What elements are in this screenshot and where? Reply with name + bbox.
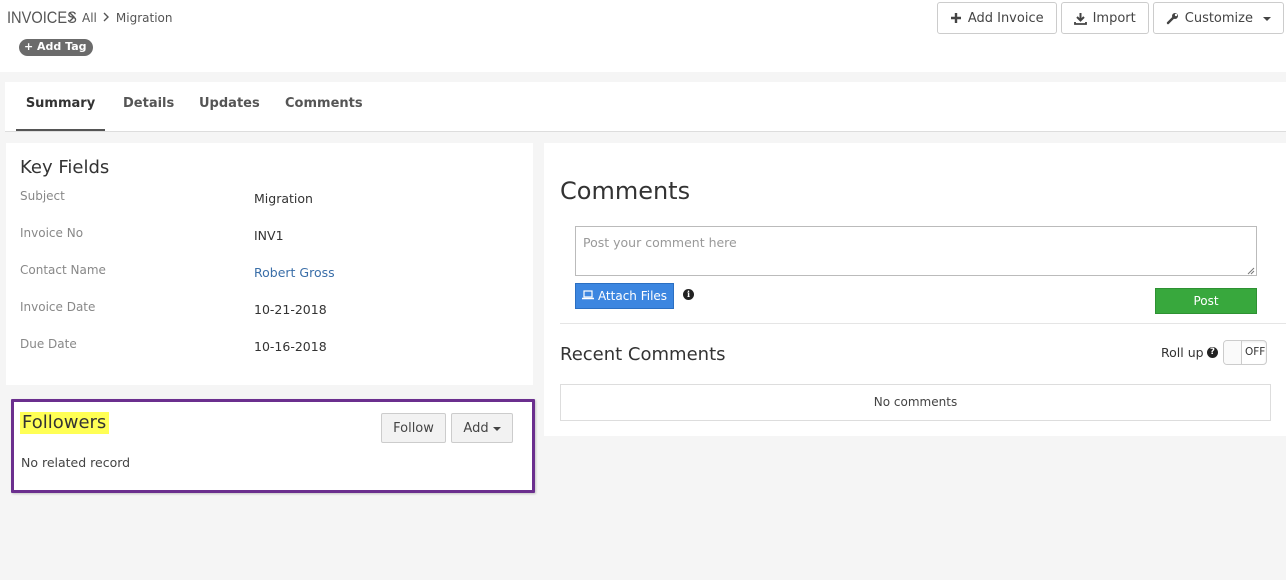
- import-label: Import: [1092, 10, 1136, 26]
- field-value: 10-16-2018: [254, 339, 327, 354]
- field-label: Subject: [20, 189, 65, 203]
- followers-card: Followers Follow Add No related record: [11, 399, 535, 493]
- caret-down-icon: [492, 427, 501, 431]
- plus-icon: [950, 12, 962, 24]
- divider: [560, 323, 1286, 324]
- field-label: Due Date: [20, 337, 77, 351]
- top-bar: INVOICES All Migration + Add Tag Add Inv…: [0, 0, 1286, 72]
- field-label: Invoice No: [20, 226, 84, 240]
- laptop-icon: [581, 289, 594, 303]
- breadcrumb-current: Migration: [115, 11, 173, 25]
- attach-files-button[interactable]: Attach Files: [575, 283, 674, 309]
- breadcrumb-all[interactable]: All: [82, 11, 97, 25]
- comments-card: Comments Attach Files i Post Recent Comm…: [544, 143, 1286, 436]
- recent-comments-title: Recent Comments: [560, 344, 726, 365]
- field-label: Invoice Date: [20, 300, 96, 314]
- tab-comments[interactable]: Comments: [285, 82, 363, 131]
- contact-link[interactable]: Robert Gross: [254, 265, 335, 280]
- add-follower-button[interactable]: Add: [451, 413, 513, 443]
- toggle-state: OFF: [1245, 346, 1266, 358]
- add-invoice-label: Add Invoice: [967, 10, 1044, 26]
- customize-label: Customize: [1184, 10, 1253, 26]
- caret-down-icon: [1263, 17, 1271, 21]
- wrench-icon: [1166, 12, 1179, 25]
- breadcrumb: INVOICES All Migration: [7, 8, 172, 28]
- tab-bar: Summary Details Updates Comments: [5, 82, 1286, 132]
- comments-title: Comments: [560, 177, 691, 205]
- comment-input[interactable]: [575, 226, 1257, 276]
- key-fields-card: Key Fields Subject Migration Invoice No …: [6, 143, 533, 385]
- rollup-label: Roll up: [1161, 345, 1204, 360]
- download-icon: [1073, 12, 1087, 25]
- tab-summary[interactable]: Summary: [16, 82, 105, 131]
- toggle-knob: [1224, 341, 1242, 364]
- field-label: Contact Name: [20, 263, 106, 277]
- tab-details[interactable]: Details: [123, 82, 174, 131]
- key-fields-title: Key Fields: [20, 157, 110, 178]
- help-icon[interactable]: ?: [1207, 347, 1218, 358]
- resize-grip-icon[interactable]: [1245, 264, 1255, 275]
- followers-empty-text: No related record: [21, 455, 131, 470]
- rollup-toggle[interactable]: OFF: [1223, 340, 1267, 365]
- add-follower-label: Add: [463, 420, 489, 436]
- follow-button[interactable]: Follow: [381, 413, 446, 443]
- field-value: 10-21-2018: [254, 302, 327, 317]
- field-value: Migration: [254, 191, 313, 206]
- add-invoice-button[interactable]: Add Invoice: [936, 2, 1057, 34]
- breadcrumb-module[interactable]: INVOICES: [7, 8, 77, 28]
- post-button[interactable]: Post: [1155, 288, 1257, 314]
- info-icon[interactable]: i: [683, 289, 694, 300]
- no-comments-box: No comments: [560, 384, 1271, 421]
- tab-updates[interactable]: Updates: [199, 82, 260, 131]
- followers-title: Followers: [20, 412, 110, 434]
- chevron-right-icon: [103, 11, 110, 25]
- header-actions: Add Invoice Import Customize: [936, 2, 1284, 34]
- customize-button[interactable]: Customize: [1152, 2, 1284, 34]
- attach-files-label: Attach Files: [597, 289, 668, 303]
- field-value: INV1: [254, 228, 284, 243]
- add-tag-button[interactable]: + Add Tag: [19, 39, 93, 56]
- import-button[interactable]: Import: [1060, 2, 1149, 34]
